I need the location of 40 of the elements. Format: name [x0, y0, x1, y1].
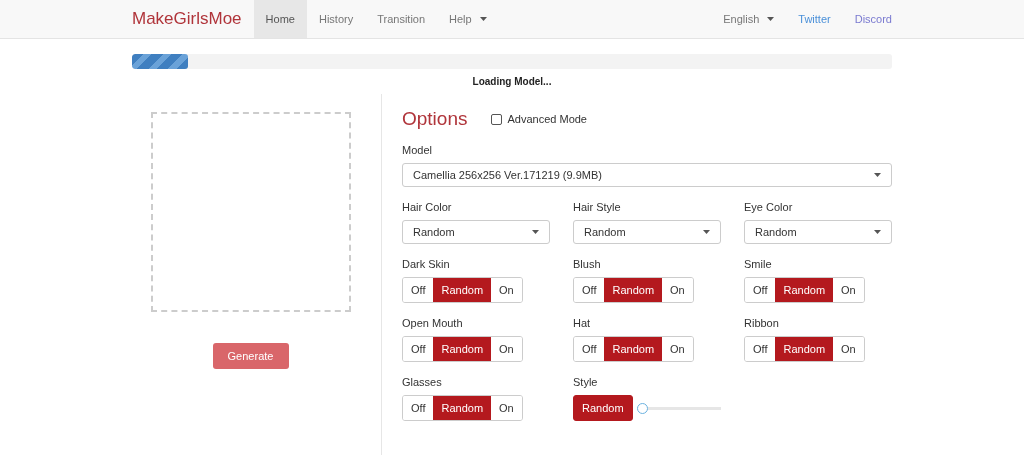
caret-icon	[874, 173, 881, 177]
field-label: Style	[573, 376, 599, 388]
field-label: Glasses	[402, 376, 443, 388]
caret-icon	[703, 230, 710, 234]
nav-tab[interactable]: Transition	[365, 0, 438, 38]
brand-logo[interactable]: MakeGirlsMoe	[132, 9, 242, 29]
field-label: Blush	[573, 258, 602, 270]
nav-link[interactable]: Discord	[842, 13, 904, 25]
field-label: Open Mouth	[402, 317, 464, 329]
field-label: Hair Style	[573, 201, 622, 213]
toggle-option[interactable]: Random	[775, 337, 834, 361]
select-field[interactable]: Random	[402, 220, 550, 244]
random-button[interactable]: Random	[573, 395, 633, 421]
toggle-option[interactable]: Random	[433, 278, 492, 302]
caret-icon	[767, 17, 775, 21]
language-dropdown[interactable]: English	[711, 0, 787, 38]
field-label: Hat	[573, 317, 592, 329]
field-label: Smile	[744, 258, 773, 270]
caret-icon	[532, 230, 539, 234]
field-label: Dark Skin	[402, 258, 451, 270]
toggle-option[interactable]: Random	[604, 337, 663, 361]
model-select[interactable]: Camellia 256x256 Ver.171219 (9.9MB)	[402, 163, 892, 187]
options-title: Options	[402, 108, 468, 130]
toggle-option[interactable]: Random	[604, 278, 663, 302]
advanced-mode-checkbox[interactable]: Advanced Mode	[491, 113, 587, 125]
nav-tab[interactable]: Home	[253, 0, 307, 38]
field-label: Eye Color	[744, 201, 794, 213]
nav-tab[interactable]: Help	[437, 0, 499, 38]
caret-icon	[874, 230, 881, 234]
field-label: Model	[402, 144, 433, 156]
field-label: Hair Color	[402, 201, 453, 213]
nav-tab[interactable]: History	[306, 0, 366, 38]
select-field[interactable]: Random	[573, 220, 721, 244]
select-field[interactable]: Random	[744, 220, 892, 244]
toggle-option[interactable]: Random	[433, 337, 492, 361]
toggle-option[interactable]: Random	[775, 278, 834, 302]
field-label: Ribbon	[744, 317, 780, 329]
slider-thumb[interactable]	[636, 402, 648, 414]
loading-text: Loading Model...	[471, 76, 553, 87]
toggle-option[interactable]: Random	[433, 396, 492, 420]
